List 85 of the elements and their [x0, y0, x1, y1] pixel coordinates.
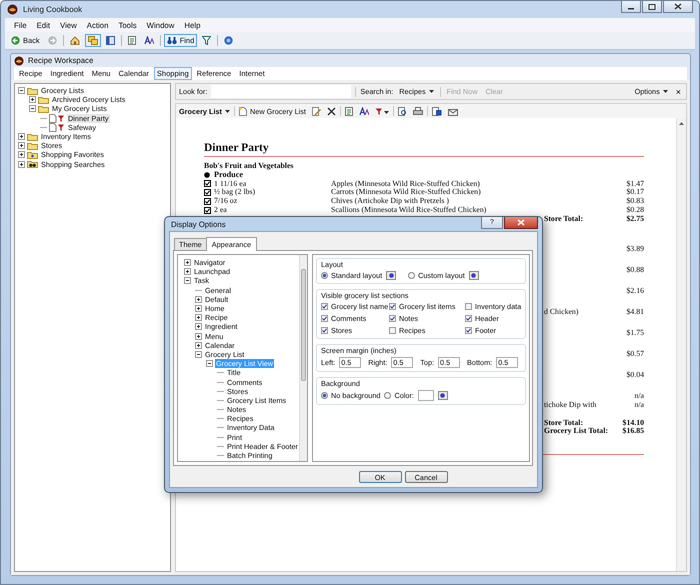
- checkbox[interactable]: [388, 315, 396, 322]
- star-folder-icon: [27, 150, 38, 159]
- app-logo-icon: [7, 4, 18, 15]
- font-button[interactable]: [356, 106, 371, 116]
- window-title: Living Cookbook: [23, 5, 82, 14]
- back-arrow-icon: [11, 36, 20, 45]
- expand-toggle[interactable]: [18, 133, 25, 140]
- app-logo-icon: [14, 56, 24, 66]
- expand-toggle[interactable]: [195, 314, 202, 322]
- settings-button[interactable]: [386, 271, 396, 280]
- binoculars-icon: [166, 36, 177, 45]
- checkbox[interactable]: [320, 327, 328, 334]
- folder-icon: [27, 142, 38, 150]
- expand-toggle[interactable]: [184, 277, 191, 284]
- checkbox[interactable]: [464, 303, 472, 310]
- folder-icon: [38, 96, 49, 104]
- radio-button[interactable]: [320, 272, 328, 279]
- expand-toggle[interactable]: [195, 342, 202, 349]
- folders-icon: [88, 36, 98, 45]
- export-button[interactable]: [430, 106, 444, 116]
- caret-icon: [225, 110, 230, 112]
- binoculars-icon: [27, 160, 38, 168]
- maximize-button[interactable]: [642, 1, 662, 13]
- expand-toggle[interactable]: [206, 360, 213, 368]
- help-icon: [224, 36, 234, 45]
- expand-toggle[interactable]: [195, 350, 202, 358]
- checked-box-icon[interactable]: [204, 180, 211, 188]
- close-icon: [674, 3, 682, 10]
- expand-toggle[interactable]: [184, 259, 191, 266]
- panes-icon: [106, 36, 115, 45]
- filter-icon: [202, 36, 212, 45]
- filter-dropdown[interactable]: [372, 106, 391, 116]
- document-title: Dinner Party: [204, 142, 270, 155]
- checked-box-icon[interactable]: [204, 206, 211, 214]
- document-filter-icon: [49, 122, 65, 132]
- document-filter-icon: [49, 114, 65, 123]
- radio-button[interactable]: [384, 392, 392, 399]
- settings-button[interactable]: [468, 271, 479, 280]
- close-button[interactable]: [504, 217, 538, 229]
- font-icon: [144, 36, 154, 45]
- checkbox[interactable]: [464, 327, 472, 334]
- checkbox[interactable]: [320, 315, 328, 322]
- home-icon: [70, 36, 80, 45]
- color-swatch[interactable]: [418, 390, 434, 401]
- folders-button[interactable]: [84, 34, 101, 47]
- folder-icon: [27, 132, 38, 141]
- checkbox[interactable]: [464, 315, 472, 322]
- color-picker-button[interactable]: [438, 391, 448, 400]
- folder-icon: [38, 104, 49, 113]
- radio-button[interactable]: [320, 392, 328, 399]
- scroll-up-icon[interactable]: [679, 122, 684, 125]
- expand-toggle[interactable]: [29, 96, 36, 104]
- new-document-icon: [239, 106, 247, 116]
- close-button[interactable]: [663, 1, 693, 13]
- expand-toggle[interactable]: [18, 160, 25, 168]
- radio-button[interactable]: [408, 272, 416, 279]
- expand-toggle[interactable]: [195, 296, 202, 303]
- maximize-icon: [648, 4, 656, 10]
- bullet-icon: [204, 172, 210, 178]
- expand-toggle[interactable]: [18, 87, 25, 94]
- close-icon: [517, 219, 525, 226]
- expand-toggle[interactable]: [18, 142, 25, 150]
- expand-toggle[interactable]: [195, 305, 202, 312]
- checkbox[interactable]: [388, 303, 396, 310]
- expand-toggle[interactable]: [184, 268, 191, 276]
- print-button[interactable]: [410, 106, 425, 116]
- forward-arrow-icon: [48, 36, 57, 45]
- checkbox[interactable]: [388, 327, 396, 334]
- minimize-button[interactable]: [621, 1, 641, 13]
- category-name: Produce: [214, 170, 243, 180]
- expand-toggle[interactable]: [29, 105, 36, 112]
- scrollbar[interactable]: [676, 118, 686, 571]
- notes-icon: [128, 36, 136, 45]
- expand-toggle[interactable]: [195, 323, 202, 330]
- checked-box-icon[interactable]: [204, 198, 211, 206]
- notes-button[interactable]: [342, 106, 355, 116]
- scrollbar[interactable]: [298, 255, 307, 461]
- folder-icon: [27, 86, 38, 95]
- expand-toggle[interactable]: [195, 332, 202, 340]
- checkbox[interactable]: [320, 303, 328, 310]
- print-preview-button[interactable]: [396, 106, 409, 116]
- expand-toggle[interactable]: [18, 151, 25, 158]
- checked-box-icon[interactable]: [204, 189, 211, 196]
- delete-button[interactable]: [324, 106, 338, 116]
- email-button[interactable]: [446, 106, 460, 116]
